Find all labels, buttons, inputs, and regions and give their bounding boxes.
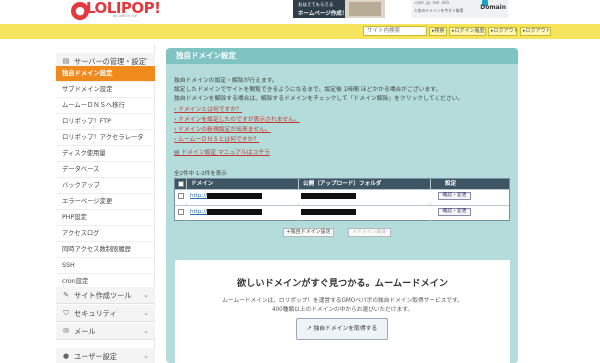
redacted-folder <box>301 193 356 199</box>
sidebar-section-mail-label: メール <box>74 327 96 336</box>
server-icon: ▤ <box>62 57 70 65</box>
logout-button[interactable]: ▸ログアウト <box>488 27 519 36</box>
ad2-tlds: .com .jp .net .info <box>414 0 450 5</box>
intro-text-3: 独自ドメインを解除する場合は、解除するドメインをチェックして「ドメイン解除」をク… <box>174 96 464 102</box>
search-button-label: 検索 <box>434 28 445 34</box>
sidebar-item-subdomain[interactable]: サブドメイン設定 <box>56 82 155 98</box>
sidebar-item-error-page[interactable]: エラーページ変更 <box>56 194 155 210</box>
sidebar-item-custom-domain[interactable]: 独自ドメイン設定 <box>56 66 155 82</box>
promo-title: 欲しいドメインがすぐ見つかる。ムームードメイン <box>236 278 449 289</box>
search-button[interactable]: ▸検索 <box>429 27 447 36</box>
row-checkbox[interactable] <box>178 193 184 199</box>
ad-line1: おはえてもらえる <box>298 3 334 8</box>
redacted-domain <box>207 209 262 215</box>
ad2-tagline: 人気のドメインを今すぐ取得 <box>414 8 464 13</box>
sidebar-section-user[interactable]: ● ユーザー設定 ⌄ <box>56 348 155 363</box>
user-icon: ● <box>62 352 70 360</box>
chevron-down-icon: ⌄ <box>143 309 149 317</box>
sidebar-item-backup[interactable]: バックアップ <box>56 178 155 194</box>
sidebar-section-tools-label: サイト作成ツール <box>74 291 132 300</box>
row-checkbox[interactable] <box>178 209 184 215</box>
faq-link-not-displayed[interactable]: › ドメインを設定したのですが表示されません。 <box>174 114 300 123</box>
get-domain-button[interactable]: ↗ 独自ドメインを取得する <box>296 318 388 340</box>
banner-ad-homepage[interactable]: おはえてもらえる ホームページ作成！ <box>293 0 385 18</box>
sidebar-section-server-label: サーバーの管理・設定 <box>74 57 146 66</box>
login-history-button[interactable]: ▸ログイン履歴 <box>449 27 486 36</box>
faq-link-label: ムームーＤＮＳとは何ですか？ <box>178 137 260 143</box>
faq-link-label: ドメインとは何ですか？ <box>178 107 242 113</box>
chevron-down-icon: ⌄ <box>143 291 149 299</box>
sidebar-item-muumuu-dns[interactable]: ムームーＤＮＳへ移行 <box>56 98 155 114</box>
domain-link[interactable]: http:// <box>190 209 207 215</box>
sidebar-item-ftp[interactable]: ロリポップ！FTP <box>56 114 155 130</box>
sidebar-item-disk-usage[interactable]: ディスク使用量 <box>56 146 155 162</box>
page-title: 独自ドメイン設定 <box>166 48 518 64</box>
intro-text-2: 設定したドメインでサイトを閲覧できるようになるまで、設定後 1時間 ほどかかる場… <box>174 87 442 93</box>
ad2-brand: Domain <box>480 4 506 11</box>
col-setting: 設定 <box>445 181 457 187</box>
chevron-down-icon: ⌄ <box>143 352 149 360</box>
sidebar-item-ssh[interactable]: SSH <box>56 258 155 274</box>
mail-icon: ✉ <box>63 327 69 335</box>
add-domain-label: 独自ドメイン設定 <box>290 229 331 235</box>
delete-domain-button[interactable]: ×ドメイン解除 <box>348 228 391 237</box>
search-input[interactable] <box>363 26 427 36</box>
sidebar-section-tools[interactable]: ✎ サイト作成ツール ⌄ <box>56 287 155 304</box>
sidebar-section-mail[interactable]: ✉ メール ⌄ <box>56 323 155 340</box>
manual-link[interactable]: ▤ ドメイン設定 マニュアルはコチラ <box>174 147 270 156</box>
faq-link-muumuu-dns[interactable]: › ムームーＤＮＳとは何ですか？ <box>174 134 259 143</box>
promo-desc-1: ムームードメインは、ロリポップ！を運営するGMOペパボの独自ドメイン取得サービス… <box>222 298 463 304</box>
ad-image <box>349 2 381 16</box>
manual-link-label: ドメイン設定 マニュアルはコチラ <box>181 150 270 156</box>
logout-button-2[interactable]: ▸ログアウト <box>520 27 551 36</box>
faq-link-label: ドメインの新規設定が出来ません。 <box>178 127 271 133</box>
delete-domain-label: ドメイン解除 <box>356 229 387 235</box>
sidebar-item-access-log[interactable]: アクセスログ <box>56 226 155 242</box>
sidebar-item-php[interactable]: PHP設定 <box>56 210 155 226</box>
get-domain-label: 独自ドメインを取得する <box>313 326 378 332</box>
sidebar-section-security[interactable]: ⛉ セキュリティ ⌄ <box>56 305 155 322</box>
confirm-change-button[interactable]: 確認・変更 <box>438 208 471 216</box>
ad-line2: ホームページ作成！ <box>298 11 348 17</box>
shield-icon: ⛉ <box>63 309 69 317</box>
sidebar-item-accelerator[interactable]: ロリポップ！アクセラレータ <box>56 130 155 146</box>
confirm-change-button[interactable]: 確認・変更 <box>438 192 471 200</box>
sidebar-item-database[interactable]: データベース <box>56 162 155 178</box>
add-domain-button[interactable]: +独自ドメイン設定 <box>283 228 334 237</box>
faq-link-cannot-set[interactable]: › ドメインの新規設定が出来ません。 <box>174 124 271 133</box>
login-history-label: ログイン履歴 <box>454 28 485 34</box>
logout-label: ログアウト <box>493 28 519 34</box>
redacted-folder <box>301 209 356 215</box>
logo-subtext: by GMOペパボ <box>113 14 138 18</box>
intro-text-1: 独自ドメインの設定・解除が行えます。 <box>174 78 278 84</box>
redacted-domain <box>207 193 262 199</box>
col-domain: ドメイン <box>191 181 214 187</box>
sidebar-item-access-limit[interactable]: 同時アクセス数制限履歴 <box>56 242 155 258</box>
col-folder: 公開（アップロード）フォルダ <box>303 181 382 187</box>
faq-link-what-is-domain[interactable]: › ドメインとは何ですか？ <box>174 104 242 113</box>
tools-icon: ✎ <box>63 291 69 299</box>
select-all-checkbox[interactable] <box>178 181 184 187</box>
sidebar-section-user-label: ユーザー設定 <box>74 352 117 361</box>
faq-link-label: ドメインを設定したのですが表示されません。 <box>178 117 300 123</box>
logout-label-2: ログアウト <box>525 28 551 34</box>
promo-desc-2: 400種類以上のドメインの中からお選びいただけます。 <box>271 307 414 313</box>
banner-ad-domain[interactable]: .com .jp .net .info 人気のドメインを今すぐ取得 Domain <box>412 0 508 18</box>
sidebar-section-security-label: セキュリティ <box>74 309 117 318</box>
chevron-down-icon: ⌄ <box>143 327 149 335</box>
result-count: 全2件中 1-2件を表示 <box>174 171 227 177</box>
sidebar: ▤ サーバーの管理・設定 ⌃ 独自ドメイン設定 サブドメイン設定 ムームーＤＮＳ… <box>56 45 155 363</box>
domain-link[interactable]: http:// <box>190 193 207 199</box>
